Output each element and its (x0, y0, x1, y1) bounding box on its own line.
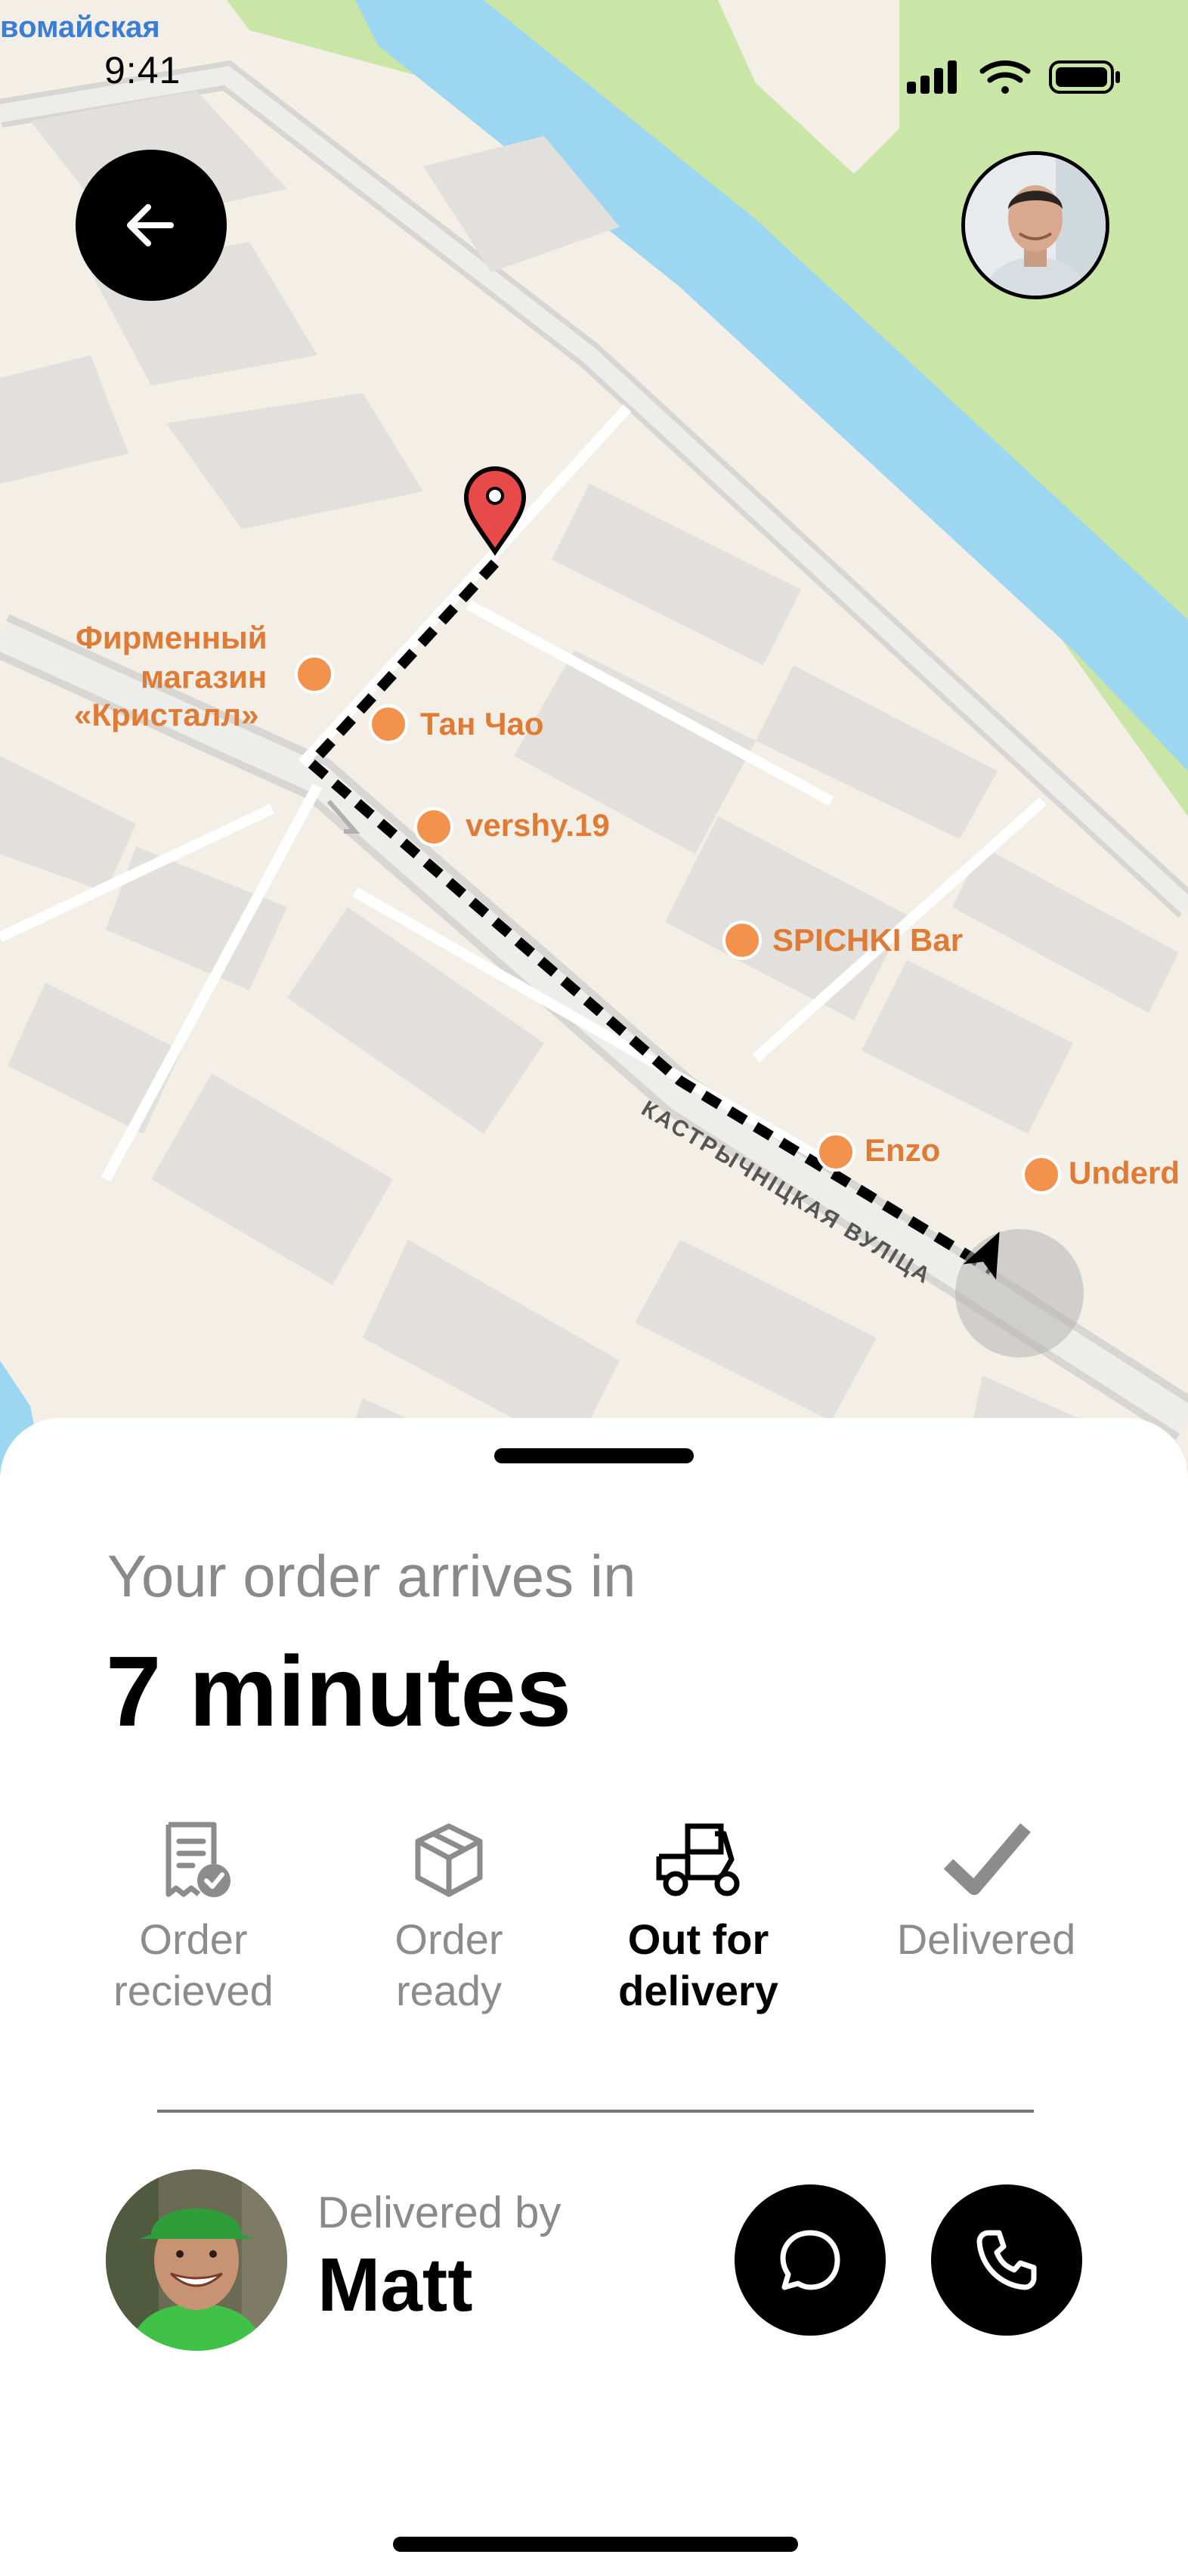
courier-photo (106, 2169, 287, 2351)
status-icons (907, 60, 1120, 94)
map-label-kristall-1: Фирменный (76, 620, 268, 655)
restaurant-icon[interactable] (816, 1132, 855, 1172)
eta-value: 7 minutes (106, 1636, 572, 1747)
locate-me-button[interactable] (955, 1229, 1084, 1358)
courier-caption: Delivered by (317, 2188, 562, 2237)
courier-avatar[interactable] (106, 2169, 287, 2351)
step-delivered: Delivered (862, 1819, 1111, 1965)
back-button[interactable] (76, 150, 227, 301)
battery-icon (1049, 60, 1120, 94)
step-out-for-delivery: Out for delivery (592, 1819, 804, 2017)
status-bar: вомайская 9:41 (0, 0, 1188, 113)
step-label: Order ready (394, 1915, 503, 2014)
arrow-left-icon (127, 204, 174, 246)
bar-icon[interactable] (722, 921, 762, 960)
shop-icon[interactable] (295, 655, 334, 694)
map-location-label: вомайская (0, 11, 160, 44)
wifi-icon (979, 60, 1031, 94)
step-label: Order recieved (113, 1915, 274, 2014)
step-label: Delivered (896, 1915, 1076, 1963)
chat-bubble-icon (780, 2230, 840, 2290)
box-icon (415, 1823, 483, 1897)
signal-icon (907, 60, 957, 94)
eta-caption: Your order arrives in (107, 1543, 636, 1609)
map-label-tan-chao[interactable]: Тан Чао (420, 706, 544, 742)
user-photo (965, 155, 1106, 296)
call-courier-button[interactable] (931, 2184, 1082, 2336)
navigation-arrow-icon (963, 1231, 1000, 1280)
cafe-icon[interactable] (414, 807, 453, 847)
phone-icon (976, 2230, 1037, 2290)
checkmark-icon (943, 1823, 1031, 1895)
divider (157, 2110, 1034, 2113)
profile-avatar[interactable] (961, 151, 1109, 299)
order-status-sheet: Your order arrives in 7 minutes Order re… (0, 1418, 1188, 2576)
map-label-kristall-3: «Кристалл» (74, 697, 259, 732)
step-order-ready: Order ready (343, 1819, 555, 2017)
receipt-check-icon (166, 1822, 230, 1897)
message-courier-button[interactable] (735, 2184, 886, 2336)
courier-name: Matt (317, 2243, 473, 2327)
status-time: 9:41 (104, 49, 181, 91)
delivery-scooter-icon (656, 1823, 740, 1896)
step-label: Out for delivery (618, 1915, 778, 2014)
sheet-grabber[interactable] (494, 1448, 694, 1463)
restaurant-icon[interactable] (369, 704, 408, 744)
map-label-spichki[interactable]: SPICHKI Bar (772, 922, 963, 958)
step-order-received: Order recieved (88, 1819, 299, 2017)
map-label-vershy[interactable]: vershy.19 (466, 807, 610, 844)
map-label-enzo[interactable]: Enzo (865, 1132, 940, 1169)
pizza-icon[interactable] (1022, 1155, 1061, 1194)
map-label-kristall-2: магазин (141, 659, 268, 695)
destination-pin (463, 466, 527, 556)
home-indicator[interactable] (393, 2537, 798, 2552)
map-label-underd[interactable]: Underd (1069, 1155, 1180, 1191)
